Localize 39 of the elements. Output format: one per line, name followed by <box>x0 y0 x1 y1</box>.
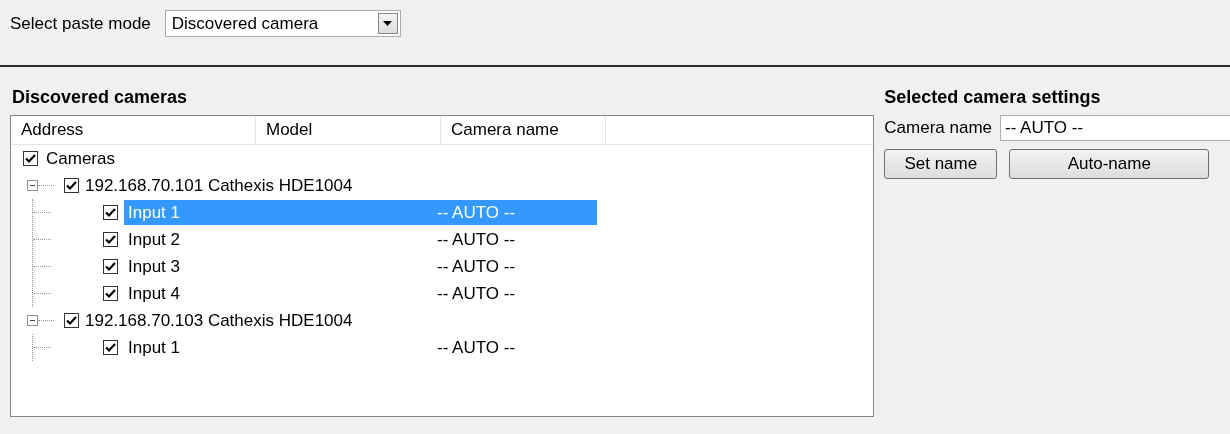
input-label: Input 1 <box>127 337 181 358</box>
input-label: Input 2 <box>127 229 181 250</box>
camera-name-cell: -- AUTO -- <box>437 283 516 304</box>
camera-name-cell: -- AUTO -- <box>437 202 516 223</box>
tree-row[interactable]: Input 4 -- AUTO -- <box>124 281 597 306</box>
checkbox[interactable] <box>103 340 118 355</box>
input-label: Input 4 <box>127 283 181 304</box>
camera-name-cell: -- AUTO -- <box>437 337 516 358</box>
tree-row[interactable]: Input 1 -- AUTO -- <box>124 335 597 360</box>
tree-row[interactable]: Input 3 -- AUTO -- <box>124 254 597 279</box>
checkbox[interactable] <box>23 151 38 166</box>
checkbox[interactable] <box>103 286 118 301</box>
camera-name-cell: -- AUTO -- <box>437 229 516 250</box>
collapse-icon[interactable] <box>27 180 38 191</box>
paste-mode-label: Select paste mode <box>10 13 151 34</box>
dropdown-arrow-icon <box>383 21 393 26</box>
camera-name-field[interactable]: -- AUTO -- <box>1000 115 1230 141</box>
input-label: Input 1 <box>127 202 181 223</box>
section-title: Selected camera settings <box>884 87 1102 108</box>
device-label[interactable]: 192.168.70.103 Cathexis HDE1004 <box>79 310 353 331</box>
tree-row[interactable]: Input 2 -- AUTO -- <box>124 227 597 252</box>
column-header[interactable]: Camera name <box>451 120 559 140</box>
action-button[interactable]: Auto-name <box>1009 149 1210 179</box>
collapse-icon[interactable] <box>27 315 38 326</box>
camera-name-label: Camera name <box>884 118 992 138</box>
column-header[interactable]: Model <box>266 120 313 140</box>
camera-name-cell: -- AUTO -- <box>437 256 516 277</box>
paste-mode-dropdown[interactable]: Discovered camera <box>164 10 401 37</box>
column-header[interactable]: Address <box>21 120 84 140</box>
checkbox[interactable] <box>64 178 79 193</box>
action-button[interactable]: Set name <box>884 149 998 179</box>
input-label: Input 3 <box>127 256 181 277</box>
device-label[interactable]: 192.168.70.101 Cathexis HDE1004 <box>79 175 353 196</box>
section-title: Discovered cameras <box>12 87 189 108</box>
checkbox[interactable] <box>103 259 118 274</box>
checkbox[interactable] <box>103 205 118 220</box>
tree-root-label[interactable]: Cameras <box>38 148 115 169</box>
checkbox[interactable] <box>64 313 79 328</box>
checkbox[interactable] <box>103 232 118 247</box>
